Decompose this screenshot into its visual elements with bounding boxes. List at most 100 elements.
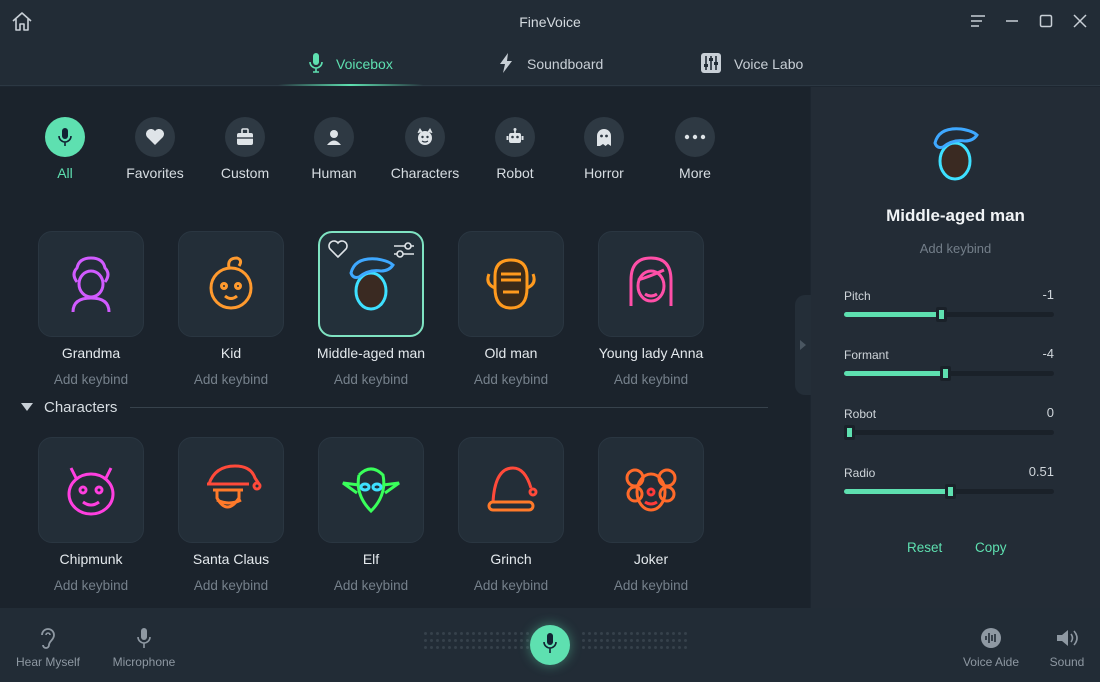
add-keybind-link[interactable]: Add keybind [161, 578, 301, 593]
briefcase-icon [225, 117, 265, 157]
level-dot [618, 632, 621, 635]
heart-icon [135, 117, 175, 157]
robot-slider[interactable]: Robot 0 [844, 405, 1054, 457]
category-custom[interactable]: Custom [200, 117, 290, 181]
slider-track[interactable] [844, 484, 1054, 499]
person-icon [314, 117, 354, 157]
minimize-icon[interactable] [1002, 10, 1022, 32]
add-keybind-link[interactable]: Add keybind [581, 372, 721, 387]
level-dot [520, 646, 523, 649]
copy-button[interactable]: Copy [975, 540, 1007, 555]
category-human[interactable]: Human [289, 117, 379, 181]
adjust-sliders-icon[interactable] [393, 241, 415, 264]
category-horror[interactable]: Horror [559, 117, 649, 181]
level-dot [478, 646, 481, 649]
level-dot [442, 646, 445, 649]
level-dot [526, 639, 529, 642]
hear-myself-button[interactable]: Hear Myself [14, 626, 82, 669]
menu-icon[interactable] [968, 10, 988, 32]
voice-card-chipmunk[interactable]: Chipmunk Add keybind [21, 437, 161, 593]
radio-slider[interactable]: Radio 0.51 [844, 464, 1054, 516]
section-title: Characters [44, 399, 118, 416]
voice-card-grinch[interactable]: Grinch Add keybind [441, 437, 581, 593]
middle-aged-man-avatar-icon [318, 231, 424, 337]
add-keybind-link[interactable]: Add keybind [161, 372, 301, 387]
voicebox-panel: All Favorites Custom Human Characters Ro… [0, 87, 810, 608]
sound-button[interactable]: Sound [1044, 626, 1090, 669]
voice-card-santa-claus[interactable]: Santa Claus Add keybind [161, 437, 301, 593]
voice-card-old-man[interactable]: Old man Add keybind [441, 231, 581, 387]
elf-avatar-icon [318, 437, 424, 543]
level-dot [526, 632, 529, 635]
level-dot [442, 639, 445, 642]
add-keybind-link[interactable]: Add keybind [301, 578, 441, 593]
level-dot [666, 646, 669, 649]
slider-thumb[interactable] [939, 366, 951, 381]
microphone-button[interactable]: Microphone [108, 626, 180, 669]
level-dot [436, 632, 439, 635]
slider-thumb[interactable] [844, 425, 855, 440]
close-icon[interactable] [1070, 10, 1090, 32]
reset-button[interactable]: Reset [907, 540, 942, 555]
level-dot [460, 632, 463, 635]
voice-card-kid[interactable]: Kid Add keybind [161, 231, 301, 387]
favorite-heart-icon[interactable] [327, 239, 349, 264]
bottom-bar: Hear Myself Microphone Voice Aide Sound [0, 608, 1100, 682]
voice-card-young-lady-anna[interactable]: Young lady Anna Add keybind [581, 231, 721, 387]
section-divider [130, 407, 768, 408]
tab-voicebox[interactable]: Voicebox [278, 42, 423, 86]
level-dot [454, 639, 457, 642]
category-more[interactable]: More [650, 117, 740, 181]
add-keybind-link[interactable]: Add keybind [581, 578, 721, 593]
add-keybind-link[interactable]: Add keybind [811, 241, 1100, 256]
add-keybind-link[interactable]: Add keybind [21, 578, 161, 593]
tab-voice-labo[interactable]: Voice Labo [700, 42, 803, 86]
level-dot [642, 632, 645, 635]
level-dot [600, 646, 603, 649]
old-man-avatar-icon [458, 231, 564, 337]
level-dot [606, 646, 609, 649]
level-dot [588, 646, 591, 649]
voice-aide-button[interactable]: Voice Aide [958, 626, 1024, 669]
level-dot [660, 639, 663, 642]
level-dot [606, 632, 609, 635]
add-keybind-link[interactable]: Add keybind [21, 372, 161, 387]
level-dot [636, 646, 639, 649]
category-favorites[interactable]: Favorites [110, 117, 200, 181]
category-robot[interactable]: Robot [470, 117, 560, 181]
add-keybind-link[interactable]: Add keybind [441, 578, 581, 593]
voice-card-elf[interactable]: Elf Add keybind [301, 437, 441, 593]
santa-avatar-icon [178, 437, 284, 543]
level-dot [448, 639, 451, 642]
category-all[interactable]: All [20, 117, 110, 181]
tab-soundboard[interactable]: Soundboard [497, 42, 603, 86]
pitch-slider[interactable]: Pitch -1 [844, 287, 1054, 339]
level-dot [502, 639, 505, 642]
level-dot [630, 646, 633, 649]
section-characters-toggle[interactable]: Characters [20, 399, 117, 416]
slider-track[interactable] [844, 307, 1054, 322]
slider-track[interactable] [844, 366, 1054, 381]
tab-label: Voice Labo [734, 56, 804, 72]
category-characters[interactable]: Characters [380, 117, 470, 181]
voice-changer-toggle-button[interactable] [530, 625, 570, 665]
formant-slider[interactable]: Formant -4 [844, 346, 1054, 398]
voice-card-joker[interactable]: Joker Add keybind [581, 437, 721, 593]
level-dot [484, 632, 487, 635]
voice-card-middle-aged-man[interactable]: Middle-aged man Add keybind [301, 231, 441, 387]
level-dot [454, 632, 457, 635]
voice-card-grandma[interactable]: Grandma Add keybind [21, 231, 161, 387]
level-dot [648, 639, 651, 642]
slider-thumb[interactable] [945, 484, 957, 499]
level-dot [514, 632, 517, 635]
maximize-icon[interactable] [1036, 10, 1056, 32]
slider-track[interactable] [844, 425, 1054, 440]
level-dot [642, 646, 645, 649]
devil-face-icon [405, 117, 445, 157]
add-keybind-link[interactable]: Add keybind [301, 372, 441, 387]
slider-thumb[interactable] [935, 307, 947, 322]
add-keybind-link[interactable]: Add keybind [441, 372, 581, 387]
level-dot [460, 639, 463, 642]
level-dot [508, 632, 511, 635]
level-dot [636, 632, 639, 635]
